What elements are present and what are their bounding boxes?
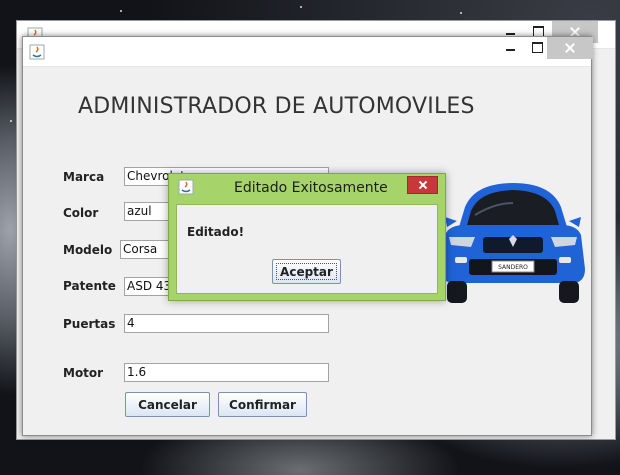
focus-ring <box>276 263 337 280</box>
plate-text: SANDERO <box>498 264 528 271</box>
motor-input[interactable]: 1.6 <box>124 363 329 382</box>
marca-label: Marca <box>63 170 105 184</box>
confirm-button[interactable]: Confirmar <box>218 392 307 417</box>
main-window-titlebar <box>23 37 593 67</box>
patente-label: Patente <box>63 279 116 293</box>
dialog-body: Editado! Aceptar <box>176 204 438 294</box>
dialog-message: Editado! <box>187 225 245 239</box>
close-button[interactable] <box>547 37 593 59</box>
cancel-button[interactable]: Cancelar <box>125 392 210 417</box>
puertas-input[interactable]: 4 <box>124 314 329 333</box>
java-icon <box>29 44 45 60</box>
car-image: SANDERO <box>441 183 585 303</box>
java-icon <box>178 179 194 195</box>
color-label: Color <box>63 206 99 220</box>
ok-button[interactable]: Aceptar <box>272 259 341 284</box>
page-title: ADMINISTRADOR DE AUTOMOVILES <box>78 94 475 119</box>
dialog-titlebar: Editado Exitosamente <box>169 174 445 202</box>
modelo-label: Modelo <box>63 243 113 257</box>
dialog-close-button[interactable] <box>407 176 438 194</box>
dialog-title: Editado Exitosamente <box>234 180 388 196</box>
puertas-label: Puertas <box>63 317 116 331</box>
success-dialog: Editado Exitosamente Editado! Aceptar <box>168 173 446 301</box>
minimize-button[interactable] <box>497 37 525 59</box>
motor-label: Motor <box>63 366 104 380</box>
